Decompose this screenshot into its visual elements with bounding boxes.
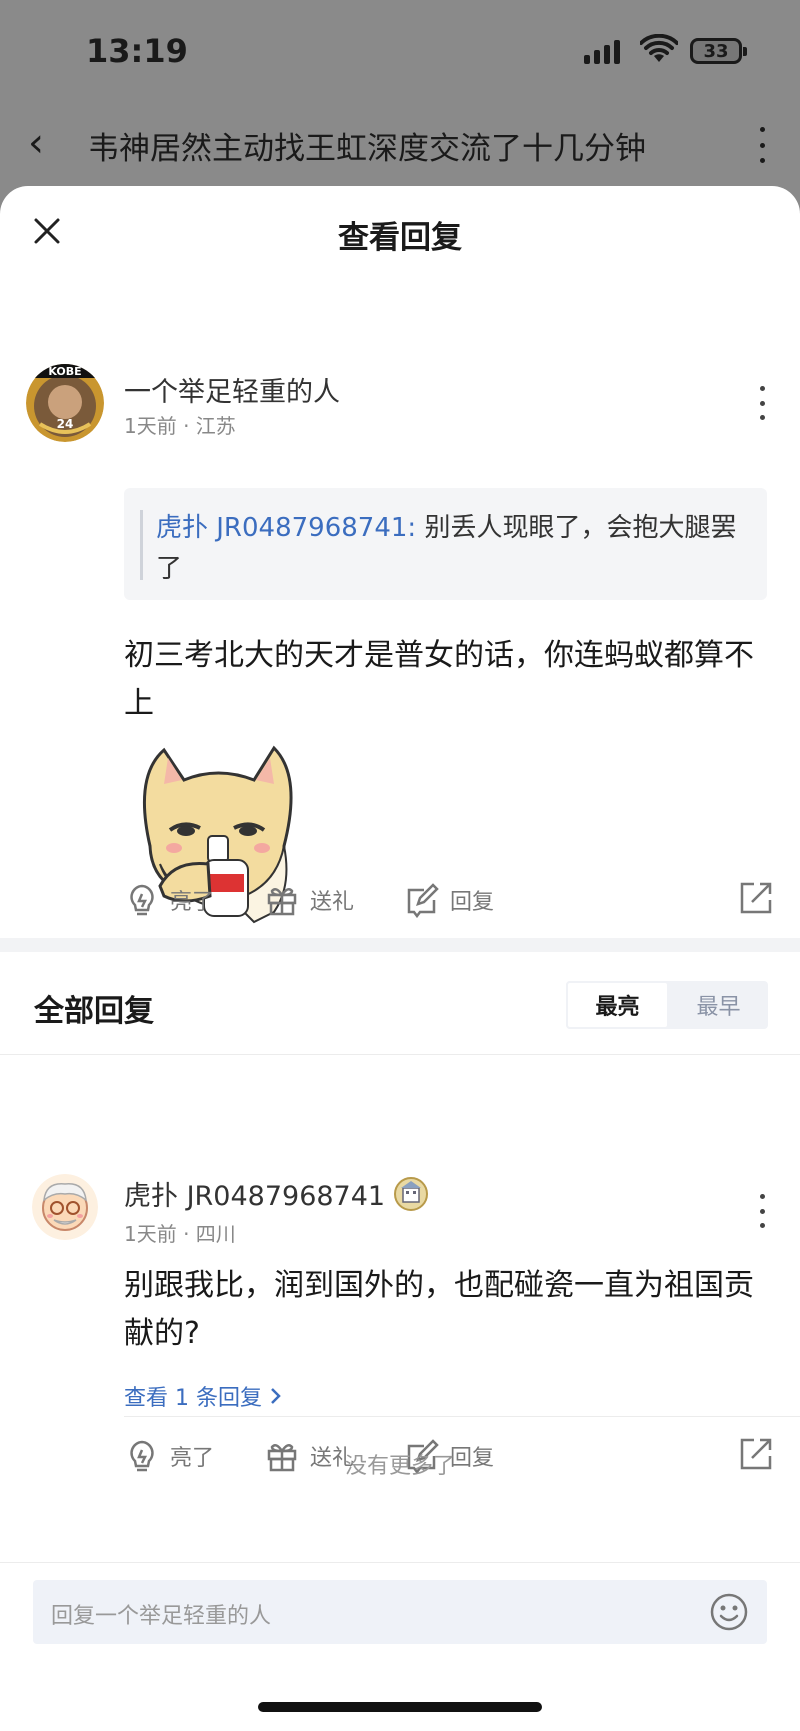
quoted-comment[interactable]: 虎扑 JR0487968741: 别丢人现眼了，会抱大腿罢了 [124, 488, 767, 600]
emoji-icon[interactable] [709, 1592, 749, 1632]
status-bar: 13:19 33 [0, 0, 800, 100]
reply-meta: 1天前 · 四川 [124, 1222, 236, 1246]
reply-button[interactable]: 回复 [404, 878, 494, 922]
reply-author[interactable]: 虎扑 JR0487968741 [124, 1174, 429, 1213]
reply-input-placeholder: 回复一个举足轻重的人 [51, 1604, 272, 1629]
signal-icon [584, 38, 620, 64]
page-title: 韦神居然主动找王虹深度交流了十几分钟 [88, 131, 646, 167]
badge-icon [394, 1176, 429, 1211]
back-icon[interactable]: ‹ [28, 123, 58, 163]
reply-sheet: 查看回复 KOBE 24 一个举足轻重的人 1天前 · 江苏 虎扑 JR0487… [0, 186, 800, 1731]
edit-icon [407, 883, 439, 918]
comment-text: 初三考北大的天才是普女的话，你连蚂蚁都算不上 [124, 638, 754, 721]
all-replies-title: 全部回复 [34, 994, 154, 1029]
background-header: ‹ 韦神居然主动找王虹深度交流了十几分钟 [0, 105, 800, 185]
section-divider [0, 938, 800, 952]
reply-divider [124, 1416, 800, 1417]
reply-label: 回复 [450, 890, 495, 915]
gift-icon [267, 887, 297, 916]
no-more-text: 没有更多了 [344, 1454, 455, 1479]
gift-button[interactable]: 送礼 [264, 878, 354, 922]
comment-author[interactable]: 一个举足轻重的人 [124, 370, 340, 409]
header-divider [0, 1054, 800, 1055]
input-divider [0, 1562, 800, 1563]
home-indicator[interactable] [258, 1702, 542, 1712]
share-icon[interactable] [738, 880, 774, 916]
sheet-title: 查看回复 [338, 220, 462, 256]
sort-toggle: 最亮 最早 [566, 981, 768, 1029]
sort-option-hottest[interactable]: 最亮 [566, 981, 669, 1029]
comment-actions: 亮了 送礼 回复 [124, 878, 774, 922]
lightbulb-icon [130, 884, 154, 916]
avatar[interactable]: KOBE 24 [26, 364, 104, 442]
quote-text: 虎扑 JR0487968741: 别丢人现眼了，会抱大腿罢了 [156, 508, 747, 590]
chevron-right-icon [271, 1388, 281, 1404]
quote-author[interactable]: 虎扑 JR0487968741: [156, 513, 416, 543]
svg-text:24: 24 [57, 417, 74, 431]
reply-text: 别跟我比，润到国外的，也配碰瓷一直为祖国贡献的? [124, 1268, 754, 1351]
svg-text:KOBE: KOBE [48, 365, 81, 378]
like-label: 亮了 [170, 890, 215, 915]
sheet-header: 查看回复 [0, 186, 800, 276]
more-icon[interactable] [752, 127, 772, 163]
view-replies-link[interactable]: 查看 1 条回复 [124, 1380, 282, 1412]
comment-meta: 1天前 · 江苏 [124, 414, 236, 438]
reply-author-name: 虎扑 JR0487968741 [124, 1181, 386, 1212]
wifi-icon [640, 34, 678, 62]
sort-option-earliest[interactable]: 最早 [669, 981, 768, 1029]
gift-label: 送礼 [310, 890, 355, 915]
like-button[interactable]: 亮了 [124, 878, 214, 922]
more-options-icon[interactable] [752, 1194, 772, 1228]
battery-icon: 33 [690, 38, 747, 64]
view-replies-label: 查看 1 条回复 [124, 1386, 262, 1411]
avatar[interactable] [32, 1174, 98, 1240]
reply-input[interactable]: 回复一个举足轻重的人 [33, 1580, 767, 1644]
status-time: 13:19 [86, 32, 188, 70]
more-options-icon[interactable] [752, 386, 772, 420]
